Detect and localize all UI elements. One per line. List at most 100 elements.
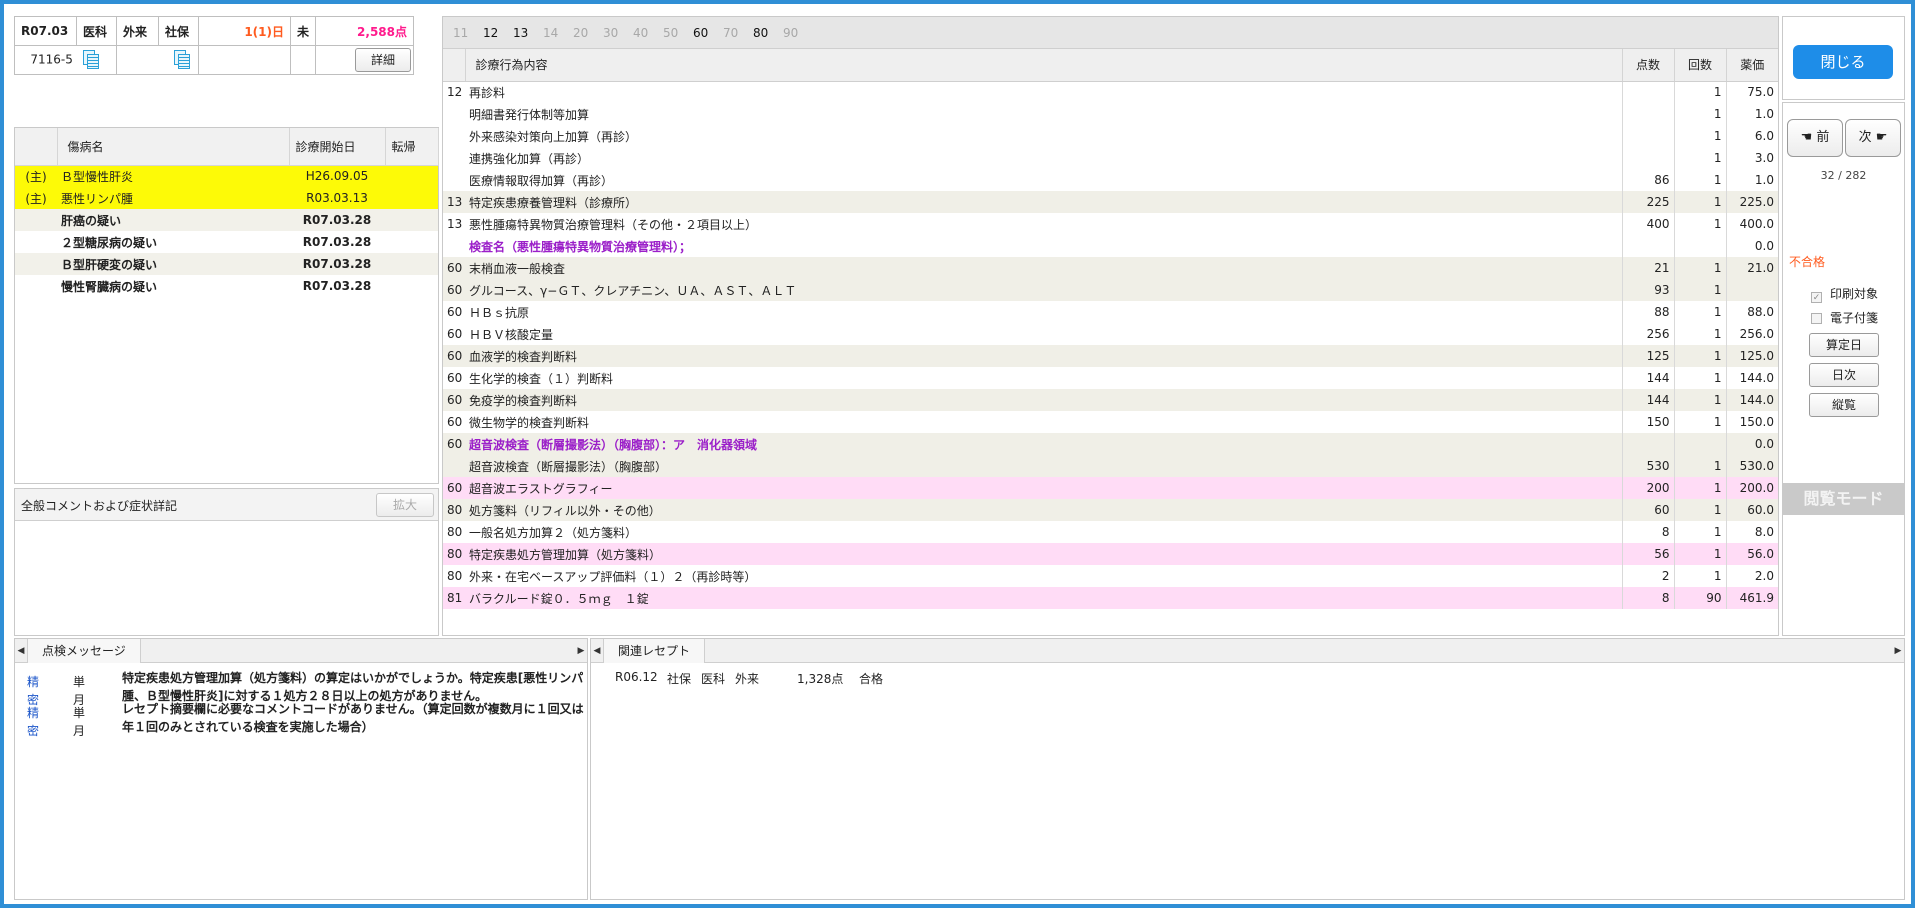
procedure-row[interactable]: 13 特定疾患療養管理料（診療所） 225 1 225.0 — [443, 191, 1778, 213]
pointing-left-icon: ☚ — [1800, 130, 1813, 145]
disease-name-header[interactable]: 傷病名 — [57, 128, 290, 166]
procedure-row[interactable]: 80 処方箋料（リフィル以外・その他） 60 1 60.0 — [443, 499, 1778, 521]
procedure-row[interactable]: 検査名（悪性腫瘍特異物質治療管理料）； 0.0 — [443, 235, 1778, 257]
procedure-row[interactable]: 60 グルコース、γ−ＧＴ、クレアチニン、ＵＡ、ＡＳＴ、ＡＬＴ 93 1 — [443, 279, 1778, 301]
scroll-right-icon[interactable]: ▶ — [1892, 639, 1904, 663]
scroll-left-icon[interactable]: ◀ — [15, 639, 27, 663]
expand-button[interactable]: 拡大 — [376, 493, 434, 517]
tab-check-messages[interactable]: 点検メッセージ — [27, 639, 141, 663]
procedure-row[interactable]: 60 ＨＢＶ核酸定量 256 1 256.0 — [443, 323, 1778, 345]
disease-row[interactable]: ２型糖尿病の疑い R07.03.28 — [15, 231, 438, 253]
procedure-points — [1621, 125, 1674, 147]
documents-icon[interactable] — [82, 50, 101, 70]
scroll-right-icon[interactable]: ▶ — [575, 639, 587, 663]
next-button[interactable]: 次 ☛ — [1845, 119, 1901, 157]
detail-cell: 詳細 — [315, 45, 415, 75]
procedure-row[interactable]: 60 血液学的検査判断料 125 1 125.0 — [443, 345, 1778, 367]
tab-category-50[interactable]: 50 — [663, 17, 693, 49]
procedure-row[interactable]: 60 ＨＢｓ抗原 88 1 88.0 — [443, 301, 1778, 323]
disease-row[interactable]: 慢性腎臓病の疑い R07.03.28 — [15, 275, 438, 297]
main-flag — [15, 231, 57, 253]
procedure-row[interactable]: 医療情報取得加算（再診） 86 1 1.0 — [443, 169, 1778, 191]
procedure-code: 60 — [447, 415, 463, 429]
procedure-code: 60 — [443, 477, 465, 499]
procedure-row[interactable]: 60 微生物学的検査判断料 150 1 150.0 — [443, 411, 1778, 433]
print-target-checkbox[interactable]: ✓ 印刷対象 — [1811, 285, 1878, 303]
procedure-row[interactable]: 60 末梢血液一般検査 21 1 21.0 — [443, 257, 1778, 279]
close-button[interactable]: 閉じる — [1793, 45, 1893, 79]
procedure-row[interactable]: 60 超音波エラストグラフィー 200 1 200.0 — [443, 477, 1778, 499]
procedure-name-header: 診療行為内容 — [464, 49, 1622, 82]
procedure-row[interactable]: 80 一般名処方加算２（処方箋料） 8 1 8.0 — [443, 521, 1778, 543]
detail-button[interactable]: 詳細 — [355, 48, 412, 72]
procedure-price: 60.0 — [1725, 499, 1778, 521]
tab-category-20[interactable]: 20 — [573, 17, 603, 49]
electronic-tag-checkbox[interactable]: 電子付箋 — [1811, 309, 1878, 326]
procedure-code: 13 — [447, 217, 463, 231]
tab-category-13[interactable]: 13 — [513, 17, 543, 49]
procedure-row[interactable]: 13 悪性腫瘍特異物質治療管理料（その他・２項目以上） 400 1 400.0 — [443, 213, 1778, 235]
procedure-row[interactable]: 外来感染対策向上加算（再診） 1 6.0 — [443, 125, 1778, 147]
tab-category-40[interactable]: 40 — [633, 17, 663, 49]
procedure-points: 256 — [1621, 323, 1674, 345]
start-date-header[interactable]: 診療開始日 — [289, 128, 386, 166]
procedure-name: 生化学的検査（１）判断料 — [469, 371, 614, 386]
prev-button[interactable]: ☚ 前 — [1787, 119, 1843, 157]
procedure-count: 1 — [1673, 169, 1726, 191]
daily-button[interactable]: 日次 — [1809, 363, 1879, 387]
procedure-row[interactable]: 60 生化学的検査（１）判断料 144 1 144.0 — [443, 367, 1778, 389]
procedure-code: 60 — [443, 433, 465, 455]
procedure-row[interactable]: 連携強化加算（再診） 1 3.0 — [443, 147, 1778, 169]
procedure-price: 200.0 — [1725, 477, 1778, 499]
receipt-month: R07.03 — [14, 16, 77, 46]
general-comment-area[interactable] — [15, 521, 438, 635]
tab-related-receipts[interactable]: 関連レセプト — [603, 639, 706, 663]
outcome-header[interactable]: 転帰 — [385, 128, 439, 166]
tab-category-14[interactable]: 14 — [543, 17, 573, 49]
procedure-code — [443, 125, 465, 147]
procedure-points: 144 — [1621, 389, 1674, 411]
procedure-row[interactable]: 80 特定疾患処方管理加算（処方箋料） 56 1 56.0 — [443, 543, 1778, 565]
documents-icon[interactable] — [174, 50, 192, 70]
main-flag — [15, 275, 57, 297]
tab-category-11[interactable]: 11 — [453, 17, 483, 49]
procedure-row[interactable]: 80 外来・在宅ベースアップ評価料（１）２（再診時等） 2 1 2.0 — [443, 565, 1778, 587]
procedure-code: 60 — [443, 345, 465, 367]
procedure-points — [1621, 103, 1674, 125]
procedure-row[interactable]: 超音波検査（断層撮影法）（胸腹部） 530 1 530.0 — [443, 455, 1778, 477]
scroll-left-icon[interactable]: ◀ — [591, 639, 603, 663]
procedure-count: 1 — [1673, 257, 1726, 279]
procedure-name: 特定疾患処方管理加算（処方箋料） — [465, 543, 1622, 565]
check-message-panel: ◀ 点検メッセージ ▶ 精密 単月 特定疾患処方管理加算（処方箋料）の算定はいかがで… — [14, 638, 588, 900]
tab-category-12[interactable]: 12 — [483, 17, 513, 49]
disease-row[interactable]: 肝癌の疑い R07.03.28 — [15, 209, 438, 231]
tab-category-90[interactable]: 90 — [783, 17, 813, 49]
tab-category-30[interactable]: 30 — [603, 17, 633, 49]
procedure-row[interactable]: 60 超音波検査（断層撮影法）（胸腹部）：ア 消化器領域 0.0 — [443, 433, 1778, 455]
procedure-row[interactable]: 12 再診料 1 75.0 — [443, 81, 1778, 103]
tab-category-60[interactable]: 60 — [693, 17, 723, 49]
procedure-price: 225.0 — [1725, 191, 1778, 213]
procedure-row[interactable]: 明細書発行体制等加算 1 1.0 — [443, 103, 1778, 125]
disease-row[interactable]: (主) Ｂ型慢性肝炎 H26.09.05 — [15, 165, 438, 187]
disease-row[interactable]: Ｂ型肝硬変の疑い R07.03.28 — [15, 253, 438, 275]
procedure-row[interactable]: 81 バラクルード錠０．５ｍｇ １錠 8 90 461.9 — [443, 587, 1778, 609]
procedure-price — [1725, 279, 1778, 301]
price-header: 薬価 — [1725, 49, 1778, 82]
calc-date-button[interactable]: 算定日 — [1809, 333, 1879, 357]
disease-row[interactable]: (主) 悪性リンパ腫 R03.03.13 — [15, 187, 438, 209]
tab-category-70[interactable]: 70 — [723, 17, 753, 49]
procedure-row[interactable]: 60 免疫学的検査判断料 144 1 144.0 — [443, 389, 1778, 411]
procedure-points: 530 — [1621, 455, 1674, 477]
document-cell — [116, 45, 199, 75]
tab-category-80[interactable]: 80 — [753, 17, 783, 49]
procedure-rows: 12 再診料 1 75.0 明細書発行体制等加算 1 1.0 外来感染対策向上加算（再診） 1 6… — [443, 81, 1778, 609]
procedure-count: 1 — [1673, 213, 1726, 235]
procedure-count: 1 — [1673, 389, 1726, 411]
count-header: 回数 — [1673, 49, 1726, 82]
procedure-points: 150 — [1621, 411, 1674, 433]
related-receipt-row[interactable]: R06.12 社保 医科 外来 1,328点 合格 — [591, 667, 1904, 689]
vertical-review-button[interactable]: 縦覧 — [1809, 393, 1879, 417]
navigation-panel: ☚ 前 次 ☛ 32 / 282 不合格 ✓ 印刷対象 電子付箋 算定日 日次 縦… — [1782, 102, 1905, 636]
procedure-points: 21 — [1621, 257, 1674, 279]
